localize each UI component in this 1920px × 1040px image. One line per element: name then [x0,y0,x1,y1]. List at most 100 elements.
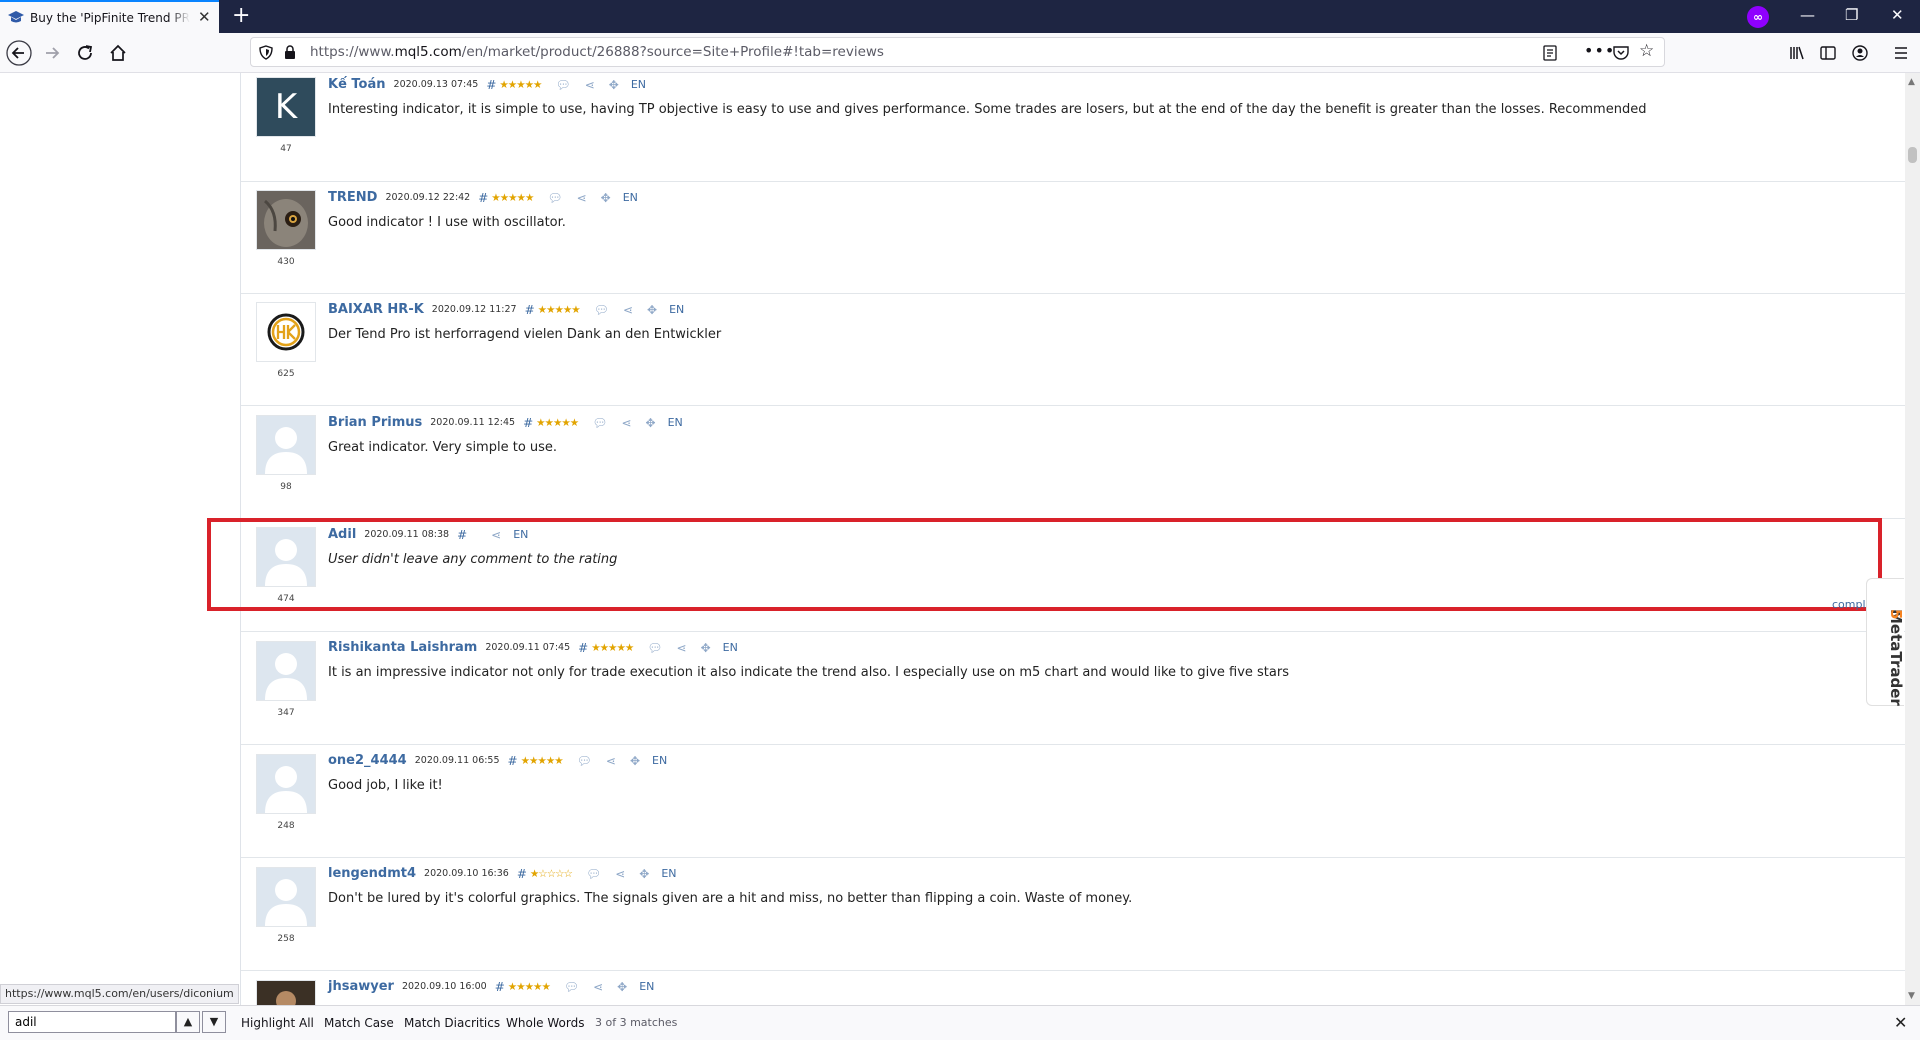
permalink[interactable]: # [525,303,535,317]
language-toggle[interactable]: EN [661,867,676,880]
share-icon[interactable]: ⋖ [606,754,616,768]
review-text: Good indicator ! I use with oscillator. [328,215,566,230]
reply-icon[interactable]: 💬︎ [647,641,662,655]
language-toggle[interactable]: EN [723,641,738,654]
tracking-shield-icon[interactable] [259,45,273,60]
tab-close-icon[interactable]: ✕ [198,9,211,25]
permalink[interactable]: # [523,416,533,430]
restore-icon[interactable]: ❐ [1845,5,1858,25]
language-toggle[interactable]: EN [652,754,667,767]
share-icon[interactable]: ⋖ [585,78,595,92]
review-username[interactable]: one2_4444 [328,753,407,768]
review-date: 2020.09.11 12:45 [430,417,516,428]
user-rating: 47 [280,144,292,154]
match-case-toggle[interactable]: Match Case [324,1016,394,1030]
lock-icon[interactable] [284,45,296,60]
translate-icon[interactable]: ✥ [647,303,657,317]
permalink[interactable]: # [478,191,488,205]
bookmark-star-icon[interactable]: ☆ [1639,41,1654,61]
review-date: 2020.09.13 07:45 [393,79,479,90]
highlight-all-toggle[interactable]: Highlight All [241,1016,314,1030]
share-icon[interactable]: ⋖ [577,191,587,205]
permalink[interactable]: # [517,867,527,881]
review-username[interactable]: jhsawyer [328,979,394,994]
avatar[interactable] [256,641,316,701]
scroll-down-icon[interactable]: ▼ [1908,991,1915,1001]
translate-icon[interactable]: ✥ [601,191,611,205]
highlight-box [207,518,1882,611]
avatar[interactable] [256,754,316,814]
review-username[interactable]: lengendmt4 [328,866,416,881]
translate-icon[interactable]: ✥ [701,641,711,655]
back-icon[interactable] [6,40,32,66]
language-toggle[interactable]: EN [631,78,646,91]
find-next-icon[interactable]: ▼ [202,1011,226,1033]
pocket-icon[interactable] [1613,45,1629,60]
language-toggle[interactable]: EN [668,416,683,429]
close-find-bar-icon[interactable]: ✕ [1894,1013,1907,1032]
language-toggle[interactable]: EN [623,191,638,204]
translate-icon[interactable]: ✥ [646,416,656,430]
home-icon[interactable] [105,40,131,66]
reply-icon[interactable]: 💬︎ [564,980,579,994]
translate-icon[interactable]: ✥ [617,980,627,994]
find-previous-icon[interactable]: ▲ [176,1011,200,1033]
menu-icon[interactable] [1888,40,1914,66]
review-username[interactable]: Kế Toán [328,77,386,92]
reply-icon[interactable]: 💬︎ [594,303,609,317]
review-username[interactable]: Rishikanta Laishram [328,640,477,655]
translate-icon[interactable]: ✥ [630,754,640,768]
metatrader-widget[interactable]: MetaTrader 5 [1866,578,1905,706]
reply-icon[interactable]: 💬︎ [555,78,570,92]
review-username[interactable]: BAIXAR HR-K [328,302,424,317]
account-icon[interactable] [1847,40,1873,66]
translate-icon[interactable]: ✥ [609,78,619,92]
share-icon[interactable]: ⋖ [615,867,625,881]
avatar[interactable] [256,415,316,475]
scroll-up-icon[interactable]: ▲ [1908,77,1915,87]
language-toggle[interactable]: EN [669,303,684,316]
sidebar-icon[interactable] [1815,40,1841,66]
share-icon[interactable]: ⋖ [623,303,633,317]
page-actions-icon[interactable]: ••• [1584,41,1615,60]
address-bar[interactable]: https://www.mql5.com/en/market/product/2… [250,37,1665,67]
translate-icon[interactable]: ✥ [639,867,649,881]
reply-icon[interactable]: 💬︎ [592,416,607,430]
review-username[interactable]: Brian Primus [328,415,422,430]
permalink[interactable]: # [508,754,518,768]
share-icon[interactable]: ⋖ [677,641,687,655]
minimize-icon[interactable]: — [1800,5,1815,25]
language-toggle[interactable]: EN [639,980,654,993]
browser-tab-active[interactable]: Buy the 'PipFinite Trend PRO' Technical … [0,0,219,33]
reply-icon[interactable]: 💬︎ [577,754,592,768]
permalink[interactable]: # [495,980,505,994]
find-input[interactable] [8,1011,176,1033]
share-icon[interactable]: ⋖ [593,980,603,994]
reply-icon[interactable]: 💬︎ [586,867,601,881]
review-text: Good job, I like it! [328,778,443,793]
reply-icon[interactable]: 💬︎ [547,191,562,205]
review-item: 98 Brian Primus 2020.09.11 12:45 # ★★★★★ 💬︎ ⋖… [241,407,1905,519]
avatar[interactable]: K [256,77,316,137]
whole-words-toggle[interactable]: Whole Words [506,1016,584,1030]
reader-view-icon[interactable] [1543,45,1557,61]
share-icon[interactable]: ⋖ [621,416,631,430]
avatar[interactable] [256,302,316,362]
new-tab-button[interactable]: + [232,3,250,29]
review-meta: BAIXAR HR-K 2020.09.12 11:27 # ★★★★★ 💬︎ ⋖ ✥ EN [328,302,684,320]
close-window-icon[interactable]: ✕ [1891,5,1904,25]
review-username[interactable]: TREND [328,190,377,205]
scrollbar-thumb[interactable] [1908,147,1917,163]
reload-icon[interactable] [72,40,98,66]
permalink[interactable]: # [486,78,496,92]
page-scrollbar[interactable]: ▲ ▼ [1905,73,1920,1005]
avatar[interactable] [256,190,316,250]
review-text: Great indicator. Very simple to use. [328,440,558,455]
avatar[interactable] [256,867,316,927]
permalink[interactable]: # [578,641,588,655]
complaint-link[interactable]: compl [1832,598,1866,611]
forward-icon[interactable] [39,40,65,66]
avatar[interactable] [256,980,316,1005]
match-diacritics-toggle[interactable]: Match Diacritics [404,1016,500,1030]
library-icon[interactable] [1784,40,1810,66]
